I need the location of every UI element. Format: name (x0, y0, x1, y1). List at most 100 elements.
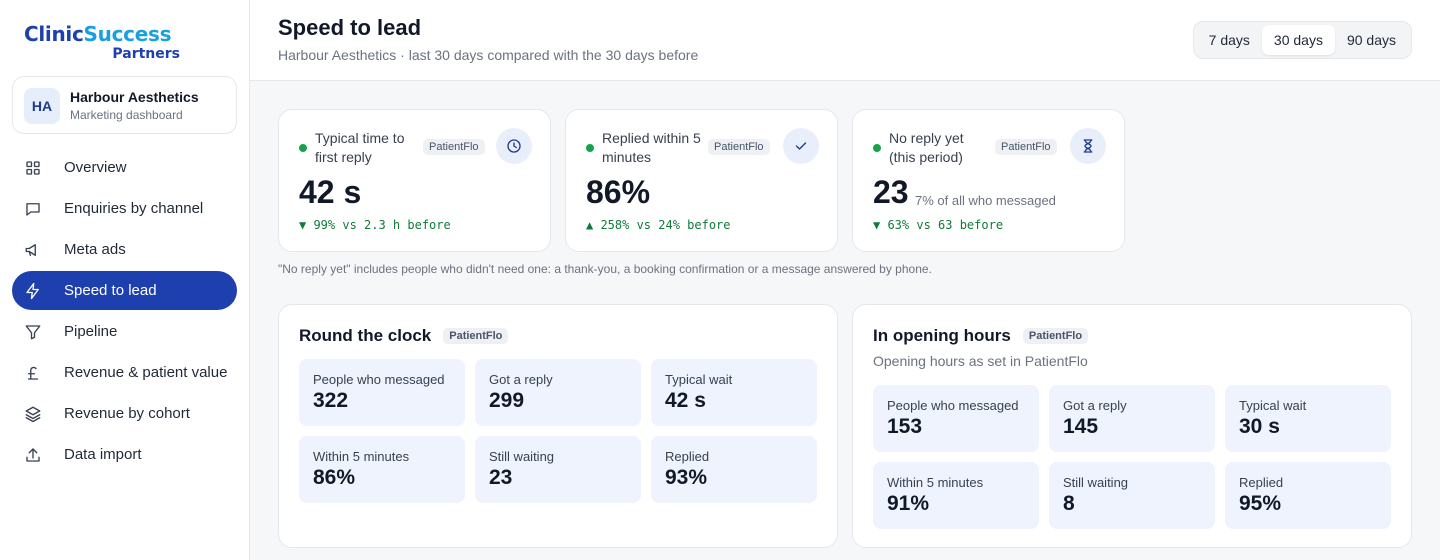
stat-label: Typical wait (665, 372, 733, 387)
stat-value: 93% (665, 466, 708, 489)
hourglass-icon (1070, 128, 1106, 164)
chat-icon (24, 200, 42, 218)
stat-tile-typical-wait: Typical wait 30 s (1225, 385, 1391, 452)
stat-value: 153 (887, 415, 923, 438)
stat-tile-within-5-minutes: Within 5 minutes 86% (299, 436, 465, 503)
brand-logo[interactable]: ClinicSuccess Partners (24, 22, 184, 62)
stat-label: Got a reply (1063, 398, 1127, 413)
stat-label: Got a reply (489, 372, 553, 387)
account-switcher[interactable]: HA Harbour Aesthetics Marketing dashboar… (12, 76, 237, 134)
status-dot (299, 144, 307, 152)
stat-label: Still waiting (489, 449, 555, 464)
sidebar-item-enquiries-by-channel[interactable]: Enquiries by channel (12, 189, 237, 228)
sidebar-item-label: Overview (64, 159, 127, 176)
check-icon (783, 128, 819, 164)
stat-value: 23 (489, 466, 513, 489)
stat-tile-replied: Replied 93% (651, 436, 817, 503)
page-header: Speed to lead Harbour Aesthetics · last … (250, 0, 1440, 81)
source-badge: PatientFlo (443, 328, 509, 344)
kpi-card-time-to-first-reply: Typical time to first reply PatientFlo 4… (278, 109, 551, 252)
stat-tile-got-a-reply: Got a reply 145 (1049, 385, 1215, 452)
panel-title-text: Round the clock (299, 326, 432, 345)
layers-icon (24, 405, 42, 423)
date-range-selector: 7 days 30 days 90 days (1192, 21, 1412, 59)
source-badge: PatientFlo (708, 139, 770, 155)
sidebar-item-pipeline[interactable]: Pipeline (12, 312, 237, 351)
sidebar-item-meta-ads[interactable]: Meta ads (12, 230, 237, 269)
page-subtitle: Harbour Aesthetics · last 30 days compar… (278, 47, 699, 63)
stat-tile-still-waiting: Still waiting 8 (1049, 462, 1215, 529)
stat-value: 91% (887, 492, 930, 515)
stat-label: People who messaged (887, 398, 1019, 413)
source-badge: PatientFlo (423, 139, 485, 155)
grid-icon (24, 159, 42, 177)
stat-value: 42 s (665, 389, 706, 412)
stat-value: 86% (313, 466, 356, 489)
panel-round-the-clock: Round the clock PatientFlo People who me… (278, 304, 838, 548)
stat-label: Within 5 minutes (313, 449, 410, 464)
stat-value: 145 (1063, 415, 1099, 438)
range-90-days-button[interactable]: 90 days (1335, 25, 1408, 55)
sidebar-nav: Overview Enquiries by channel Meta ads S… (12, 148, 237, 476)
sidebar-item-revenue-by-cohort[interactable]: Revenue by cohort (12, 394, 237, 433)
account-name: Harbour Aesthetics (70, 89, 199, 105)
stat-value: 95% (1239, 492, 1282, 515)
kpi-value: 42 s (299, 174, 362, 210)
kpi-delta: ▼ 99% vs 2.3 h before (299, 218, 451, 232)
account-subtitle: Marketing dashboard (70, 108, 183, 122)
sidebar-item-label: Pipeline (64, 323, 118, 340)
stat-tile-got-a-reply: Got a reply 299 (475, 359, 641, 426)
kpi-delta: ▼ 63% vs 63 before (873, 218, 1004, 232)
stat-label: Replied (1239, 475, 1284, 490)
brand-logo-accent: Success (83, 22, 172, 46)
kpi-card-replied-within-5-minutes: Replied within 5 minutes PatientFlo 86% … (565, 109, 838, 252)
range-7-days-button[interactable]: 7 days (1197, 25, 1262, 55)
stat-label: Replied (665, 449, 710, 464)
avatar: HA (24, 88, 60, 124)
page-title: Speed to lead (278, 15, 422, 40)
kpi-value: 86% (586, 174, 651, 210)
kpi-delta: ▲ 258% vs 24% before (586, 218, 731, 232)
stat-label: Still waiting (1063, 475, 1129, 490)
stat-label: Within 5 minutes (887, 475, 984, 490)
funnel-icon (24, 323, 42, 341)
clock-icon (496, 128, 532, 164)
stat-value: 299 (489, 389, 525, 412)
sidebar-item-revenue-patient-value[interactable]: Revenue & patient value (12, 353, 237, 392)
stat-label: Typical wait (1239, 398, 1307, 413)
stat-tile-people-messaged: People who messaged 322 (299, 359, 465, 426)
sidebar-item-speed-to-lead[interactable]: Speed to lead (12, 271, 237, 310)
source-badge: PatientFlo (1022, 328, 1089, 344)
kpi-value: 23 (873, 174, 909, 210)
upload-icon (24, 446, 42, 464)
stat-tile-typical-wait: Typical wait 42 s (651, 359, 817, 426)
stat-tile-within-5-minutes: Within 5 minutes 91% (873, 462, 1039, 529)
stat-tile-people-messaged: People who messaged 153 (873, 385, 1039, 452)
panel-opening-hours: In opening hours PatientFlo Opening hour… (852, 304, 1412, 548)
bolt-icon (24, 282, 42, 300)
stat-value: 322 (313, 389, 349, 412)
kpi-label: No reply yet (this period) (889, 130, 964, 165)
sidebar: ClinicSuccess Partners HA Harbour Aesthe… (0, 0, 250, 560)
sidebar-item-label: Enquiries by channel (64, 200, 204, 217)
stat-tile-still-waiting: Still waiting 23 (475, 436, 641, 503)
kpi-label: Replied within 5 minutes (602, 130, 701, 165)
range-30-days-button[interactable]: 30 days (1261, 25, 1335, 55)
megaphone-icon (24, 241, 42, 259)
brand-logo-line2: Partners (112, 46, 180, 62)
sidebar-item-overview[interactable]: Overview (12, 148, 237, 187)
stat-value: 8 (1063, 492, 1075, 515)
sidebar-item-label: Revenue & patient value (64, 364, 228, 381)
kpi-card-no-reply-yet: No reply yet (this period) PatientFlo 23… (852, 109, 1125, 252)
kpi-value-note: 7% of all who messaged (915, 193, 1056, 208)
panel-title: Round the clock PatientFlo (299, 326, 509, 346)
sidebar-item-label: Revenue by cohort (64, 405, 190, 422)
stat-tile-replied: Replied 95% (1225, 462, 1391, 529)
source-badge: PatientFlo (995, 139, 1057, 155)
sidebar-item-label: Data import (64, 446, 142, 463)
status-dot (873, 144, 881, 152)
kpi-footnote: "No reply yet" includes people who didn'… (278, 262, 932, 276)
sidebar-item-data-import[interactable]: Data import (12, 435, 237, 474)
panel-title-text: In opening hours (873, 326, 1011, 345)
brand-logo-line1: ClinicSuccess (24, 22, 172, 46)
